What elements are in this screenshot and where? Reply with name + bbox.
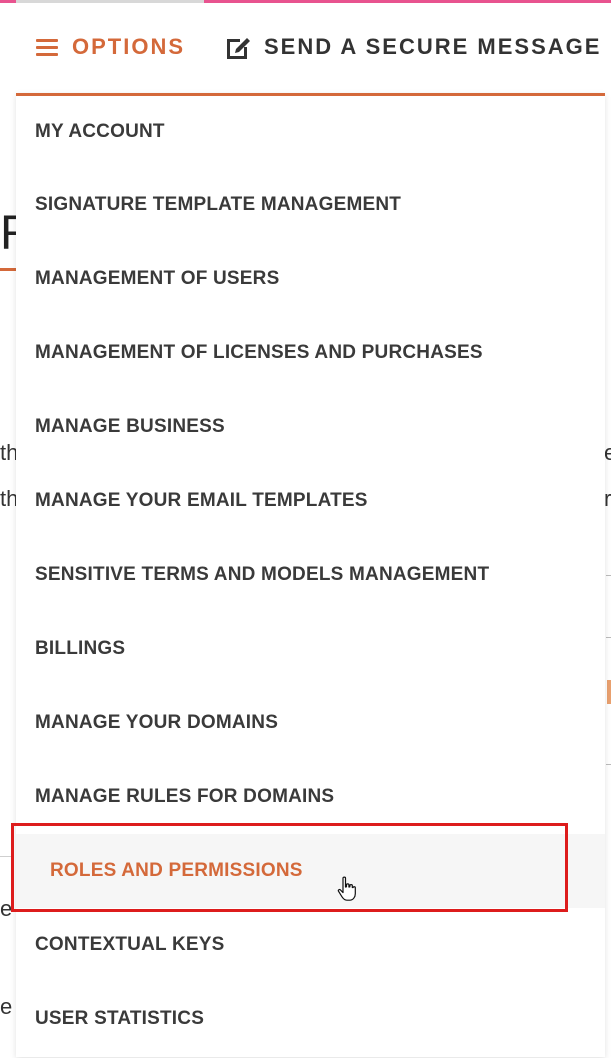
menu-item-roles-and-permissions[interactable]: ROLES AND PERMISSIONS <box>16 834 605 908</box>
menu-item-signature-template-management[interactable]: SIGNATURE TEMPLATE MANAGEMENT <box>16 168 605 242</box>
menu-item-manage-rules-for-domains[interactable]: MANAGE RULES FOR DOMAINS <box>16 760 605 834</box>
edit-icon <box>227 38 250 59</box>
background-divider <box>0 856 12 857</box>
menu-item-manage-business[interactable]: MANAGE BUSINESS <box>16 390 605 464</box>
background-text: e <box>0 994 13 1019</box>
menu-item-billings[interactable]: BILLINGS <box>16 612 605 686</box>
background-accent-block <box>607 680 611 704</box>
top-navigation-bar: OPTIONS SEND A SECURE MESSAGE <box>0 3 611 93</box>
background-text: th <box>0 440 16 465</box>
menu-item-manage-email-templates[interactable]: MANAGE YOUR EMAIL TEMPLATES <box>16 464 605 538</box>
options-menu-list: MY ACCOUNT SIGNATURE TEMPLATE MANAGEMENT… <box>16 96 605 1056</box>
background-text: e <box>0 896 13 921</box>
options-menu-button[interactable]: OPTIONS <box>36 31 185 63</box>
background-divider <box>606 575 611 576</box>
menu-item-manage-domains[interactable]: MANAGE YOUR DOMAINS <box>16 686 605 760</box>
hand-pointer-cursor-icon <box>337 876 356 901</box>
send-secure-message-button[interactable]: SEND A SECURE MESSAGE <box>224 31 601 63</box>
menu-item-sensitive-terms[interactable]: SENSITIVE TERMS AND MODELS MANAGEMENT <box>16 538 605 612</box>
background-text: th <box>0 486 16 511</box>
background-title-underline <box>0 268 16 271</box>
menu-item-my-account[interactable]: MY ACCOUNT <box>16 96 605 168</box>
hamburger-icon <box>36 38 58 56</box>
background-text: r <box>604 486 611 511</box>
background-divider <box>606 764 611 765</box>
options-dropdown-menu: MY ACCOUNT SIGNATURE TEMPLATE MANAGEMENT… <box>16 93 605 1057</box>
background-divider <box>606 637 611 638</box>
background-text: e <box>604 440 611 465</box>
background-page-title: R <box>0 206 16 261</box>
menu-item-user-statistics[interactable]: USER STATISTICS <box>16 982 605 1056</box>
page: R th th e e e r OPTIONS SEND A SECURE ME… <box>0 0 611 1058</box>
options-label: OPTIONS <box>72 34 186 59</box>
menu-item-management-of-users[interactable]: MANAGEMENT OF USERS <box>16 242 605 316</box>
send-secure-message-label: SEND A SECURE MESSAGE <box>264 34 602 59</box>
menu-item-contextual-keys[interactable]: CONTEXTUAL KEYS <box>16 908 605 982</box>
menu-item-management-of-licenses[interactable]: MANAGEMENT OF LICENSES AND PURCHASES <box>16 316 605 390</box>
